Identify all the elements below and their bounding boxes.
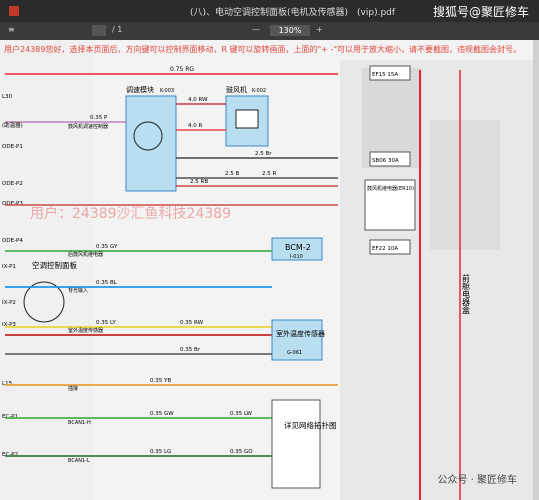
wire-label-yb: 0.35 YB	[150, 378, 171, 384]
pin-label-0: L30	[2, 94, 13, 100]
wire-label-br: 0.35 Br	[180, 347, 201, 353]
top-watermark: 搜狐号@聚匠修车	[432, 5, 529, 19]
blower-label: 鼓风机	[226, 85, 247, 94]
speed-module-label: 调速模块	[126, 85, 154, 94]
side-label-4: 背光输入	[68, 287, 88, 294]
side-label-5: 室外温度传感器	[68, 327, 103, 334]
front-box-label: 前舱电器盒	[462, 273, 471, 314]
wire-label-035p: 0.35 P	[90, 115, 108, 121]
side-label-8: BCAN1-L	[68, 458, 90, 464]
fuse-ef22-label: EF22 10A	[372, 246, 398, 252]
pin-label-10: EC-P1	[2, 414, 18, 420]
wire-label-rw: 0.35 RW	[180, 320, 204, 326]
wiring-diagram: 0.75 RG 调速模块 K-003 鼓风机 K-002 4.0 RW 4.0 …	[2, 60, 539, 500]
wire-label-25b: 2.5 B	[225, 171, 239, 177]
zoom-level[interactable]: 130%	[270, 25, 310, 36]
relay-label: 鼓风机继电器(ER10)	[367, 185, 414, 192]
pin-label-7: IX-P2	[2, 300, 16, 306]
wire-label-4r: 4.0 R	[188, 123, 202, 129]
fuse-sb06-label: SB06 30A	[372, 158, 399, 164]
wire-label-25r: 2.5 R	[262, 171, 276, 177]
ac-panel-label: 空调控制面板	[32, 260, 77, 270]
speed-module-box	[125, 95, 177, 192]
wire-label-lw: 0.35 LW	[230, 411, 253, 417]
bottom-watermark: 公众号 · 聚匠修车	[437, 475, 517, 486]
bcm-label: BCM-2	[285, 243, 311, 252]
pin-label-2: ODE-P1	[2, 144, 23, 150]
wire-label-gw: 0.35 GW	[150, 411, 174, 417]
side-label-1: 后鼓风机继电器	[68, 251, 103, 258]
wire-label-go: 0.35 GO	[230, 449, 253, 455]
pin-label-5: ODE-P4	[2, 238, 23, 244]
wire-label-bl: 0.35 BL	[96, 280, 118, 286]
speed-module-code: K-003	[160, 88, 174, 94]
pin-label-9: L15	[2, 381, 13, 387]
wire-label-lg: 0.35 LG	[150, 449, 171, 455]
topology-label: 详见网络拓扑图	[284, 420, 337, 430]
pin-label-3: ODE-P2	[2, 181, 23, 187]
wire-label-25rb: 2.5 RB	[190, 179, 208, 185]
window-titlebar: (八)、电动空调控制面板(电机及传感器) (vip).pdf 搜狐号@聚匠修车	[0, 0, 539, 22]
bcm-code: I-010	[290, 254, 303, 260]
app-icon	[9, 6, 19, 16]
pdf-toolbar: ≡ / 1 — 130% +	[0, 22, 539, 40]
wire-label-top: 0.75 RG	[170, 66, 194, 73]
pin-label-4: ODE-P3	[2, 201, 23, 207]
pin-label-1: (助温器)	[2, 121, 23, 129]
qr-watermark-2	[430, 120, 500, 250]
outdoor-sensor-code: G-061	[287, 350, 302, 356]
page-total: / 1	[112, 25, 123, 34]
document-page: 用户24389您好，选择本页面后，方向键可以控制界面移动，R 键可以旋转画面，上…	[0, 40, 539, 500]
wire-label-4rw: 4.0 RW	[188, 97, 208, 103]
outdoor-sensor-label: 室外温度传感器	[276, 329, 325, 338]
pin-label-6: IX-P1	[2, 264, 16, 270]
scrollbar[interactable]	[533, 40, 539, 500]
document-title: (八)、电动空调控制面板(电机及传感器) (vip).pdf	[190, 8, 396, 18]
side-label-7: BCAN1-H	[68, 420, 91, 426]
overlay-watermark: 用户：24389沙汇鱼科技24389	[30, 205, 231, 222]
wire-label-ly: 0.35 LY	[96, 320, 116, 326]
side-label-6: 插接	[68, 385, 78, 392]
zoom-in-button[interactable]: +	[316, 25, 323, 34]
side-label-0: 鼓风机调速控制器	[68, 123, 108, 130]
topology-box	[271, 399, 321, 489]
zoom-out-button[interactable]: —	[252, 25, 260, 34]
motor-symbol	[235, 109, 259, 129]
menu-icon[interactable]: ≡	[8, 25, 15, 34]
fuse-ef15-label: EF15 15A	[372, 72, 398, 78]
wire-label-gy: 0.35 GY	[96, 244, 118, 250]
ac-panel-symbol	[23, 281, 65, 323]
pin-label-11: EC-P2	[2, 452, 18, 458]
wire-label-25br: 2.5 Br	[255, 151, 272, 157]
blower-code: K-002	[252, 88, 266, 94]
page-number-input[interactable]	[92, 25, 106, 36]
